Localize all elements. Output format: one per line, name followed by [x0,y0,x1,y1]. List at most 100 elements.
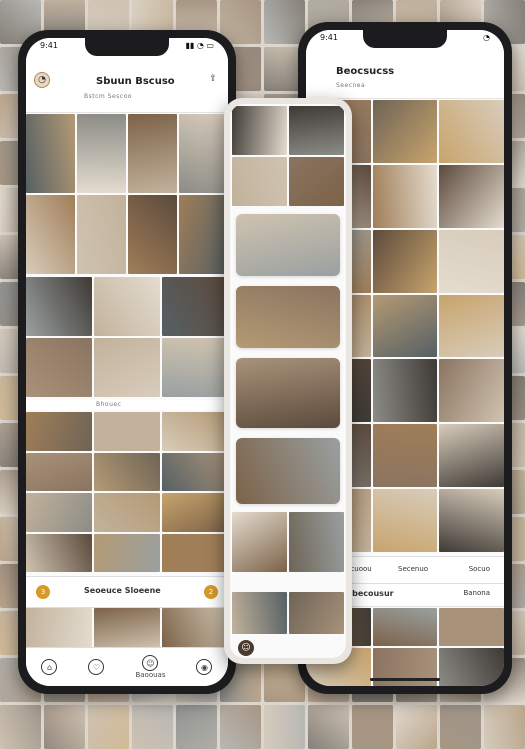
photo-thumbnail[interactable] [372,164,438,228]
photo-thumbnail[interactable] [94,452,160,491]
photo-thumbnail[interactable] [162,608,228,648]
photo-thumbnail[interactable] [26,114,75,193]
photo-thumbnail[interactable] [26,338,92,397]
photo-thumbnail[interactable] [26,533,92,572]
strip-title: Seoeuce Sloeene [84,586,161,595]
user-avatar-icon[interactable]: ◔ [34,72,50,88]
photo-thumbnail[interactable] [94,412,160,451]
photo-thumbnail[interactable] [26,608,92,648]
photo-thumbnail[interactable] [26,412,92,451]
photo-thumbnail[interactable] [372,608,438,646]
tab-favorites[interactable]: ♡ [88,659,105,675]
photo-thumbnail[interactable] [179,195,228,274]
photo-thumbnail[interactable] [94,338,160,397]
photo-thumbnail[interactable] [439,608,504,646]
tab-home[interactable]: ⌂ [41,659,58,675]
photo-card[interactable] [236,438,340,504]
heart-icon: ♡ [88,659,105,675]
section-header: Bhouec [26,400,228,410]
photo-thumbnail [396,705,437,749]
photo-thumbnail[interactable] [179,114,228,193]
photo-thumbnail[interactable] [232,592,287,634]
notch [363,30,447,48]
photo-thumbnail[interactable] [162,452,228,491]
photo-thumbnail [484,705,525,749]
lock-icon: ◔ [483,33,490,42]
photo-thumbnail[interactable] [372,294,438,358]
photo-thumbnail[interactable] [372,229,438,293]
photo-thumbnail [132,705,173,749]
photo-thumbnail[interactable] [372,489,438,552]
photo-thumbnail[interactable] [162,493,228,532]
photo-thumbnail[interactable] [439,359,504,423]
photo-grid-lower [26,412,228,572]
photo-thumbnail [44,705,85,749]
photo-thumbnail[interactable] [289,157,344,206]
photo-thumbnail[interactable] [289,592,344,634]
photo-thumbnail [308,705,349,749]
photo-thumbnail[interactable] [439,294,504,358]
tab-profile-label: Baoouas [135,671,166,679]
photo-thumbnail[interactable] [162,338,228,397]
status-time: 9:41 [320,33,338,42]
app-title: Beocsucss [336,66,395,77]
photo-thumbnail[interactable] [439,648,504,686]
app-subtitle: Seecnea [336,82,366,89]
photo-thumbnail[interactable] [128,114,177,193]
photo-thumbnail[interactable] [77,195,126,274]
photo-thumbnail[interactable] [439,229,504,293]
photo-grid-top [26,114,228,274]
photo-thumbnail[interactable] [94,608,160,648]
photo-thumbnail[interactable] [232,106,287,155]
tab-bag[interactable]: ◉ [196,659,213,675]
left-phone: 9:41 ▮▮ ◔ ▭ ◔ Sbuun Bscuso Bstcm Sescoo … [18,30,236,694]
photo-thumbnail[interactable] [26,493,92,532]
app-title: Sbuun Bscuso [96,76,175,87]
photo-thumbnail[interactable] [232,512,287,572]
photo-thumbnail[interactable] [372,424,438,488]
row2-right: Banona [463,589,490,597]
photo-thumbnail[interactable] [94,277,160,336]
middle-phone-screen: ☺ [230,104,346,658]
photo-thumbnail[interactable] [232,157,287,206]
photo-thumbnail[interactable] [26,277,92,336]
row-mid: Secenuo [398,565,429,573]
photo-thumbnail[interactable] [439,489,504,552]
photo-thumbnail[interactable] [94,493,160,532]
photo-thumbnail[interactable] [94,533,160,572]
user-avatar-icon[interactable]: ☺ [238,640,254,656]
photo-thumbnail[interactable] [162,277,228,336]
photo-thumbnail [264,0,305,44]
photo-thumbnail[interactable] [439,164,504,228]
row2-label: Bbecousur [346,589,394,598]
photo-thumbnail [0,705,41,749]
profile-icon: ☺ [142,655,159,671]
home-indicator [370,678,440,681]
photo-thumbnail[interactable] [162,533,228,572]
photo-thumbnail[interactable] [439,424,504,488]
photo-grid-bottom [232,592,344,634]
left-phone-screen: 9:41 ▮▮ ◔ ▭ ◔ Sbuun Bscuso Bstcm Sescoo … [26,38,228,686]
photo-thumbnail[interactable] [162,412,228,451]
photo-thumbnail[interactable] [77,114,126,193]
photo-thumbnail[interactable] [289,106,344,155]
photo-card[interactable] [236,286,340,348]
status-icons: ▮▮ ◔ ▭ [185,41,214,50]
featured-strip: 3 Seoeuce Sloeene 2 [26,576,228,608]
badge-right: 2 [204,585,218,599]
photo-thumbnail[interactable] [372,359,438,423]
photo-thumbnail[interactable] [372,100,438,163]
photo-grid-middle [26,277,228,397]
photo-thumbnail[interactable] [26,452,92,491]
photo-grid-top [232,106,344,206]
photo-thumbnail[interactable] [439,100,504,163]
photo-thumbnail[interactable] [128,195,177,274]
photo-thumbnail [440,705,481,749]
share-icon[interactable]: ⇪ [206,72,220,86]
photo-card[interactable] [236,214,340,276]
photo-thumbnail [176,705,217,749]
tab-profile[interactable]: ☺ Baoouas [135,655,165,679]
photo-thumbnail[interactable] [26,195,75,274]
photo-thumbnail[interactable] [289,512,344,572]
photo-card[interactable] [236,358,340,428]
